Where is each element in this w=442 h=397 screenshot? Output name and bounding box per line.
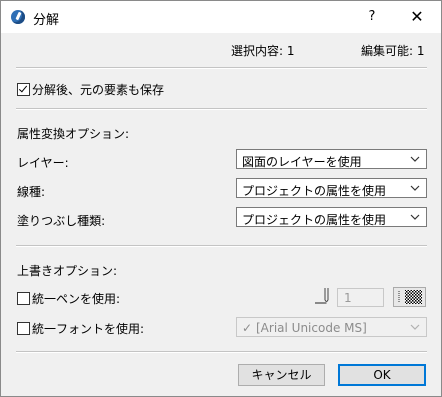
chevron-down-icon	[410, 156, 420, 162]
divider	[16, 351, 427, 353]
title-bar: 分解 ? ✕	[1, 1, 441, 33]
cancel-button[interactable]: キャンセル	[238, 364, 325, 386]
line-type-select[interactable]: プロジェクトの属性を使用	[236, 178, 427, 198]
close-button[interactable]: ✕	[403, 7, 431, 27]
ok-button[interactable]: OK	[338, 364, 426, 386]
fill-type-select[interactable]: プロジェクトの属性を使用	[236, 207, 427, 227]
layer-select-value: 図面のレイヤーを使用	[242, 155, 362, 169]
font-select-value: [Arial Unicode MS]	[256, 321, 367, 335]
uniform-pen-label[interactable]: 統一ペンを使用:	[32, 290, 120, 307]
line-type-label: 線種:	[17, 185, 46, 199]
chevron-down-icon	[410, 185, 420, 191]
pen-pattern-button[interactable]	[393, 287, 426, 307]
attribute-options-heading: 属性変換オプション:	[17, 127, 130, 141]
uniform-pen-checkbox[interactable]	[17, 292, 30, 305]
override-options-heading: 上書きオプション:	[17, 264, 118, 278]
keep-original-label[interactable]: 分解後、元の要素も保存	[32, 81, 164, 98]
line-type-select-value: プロジェクトの属性を使用	[242, 184, 387, 198]
fill-type-label: 塗りつぶし種類:	[17, 214, 106, 228]
layer-select[interactable]: 図面のレイヤーを使用	[236, 149, 427, 169]
editable-count: 編集可能: 1	[361, 44, 425, 58]
divider	[16, 108, 427, 110]
layer-label: レイヤー:	[17, 156, 69, 170]
pen-number-value: 1	[344, 291, 352, 305]
font-select[interactable]: ✓ [Arial Unicode MS]	[236, 317, 427, 337]
help-button[interactable]: ?	[358, 7, 386, 27]
chevron-down-icon	[410, 214, 420, 220]
keep-original-checkbox[interactable]	[17, 83, 30, 96]
pen-icon	[315, 288, 329, 304]
app-icon	[11, 10, 25, 24]
uniform-font-label[interactable]: 統一フォントを使用:	[32, 320, 144, 337]
selected-count: 選択内容: 1	[231, 44, 295, 58]
uniform-font-checkbox[interactable]	[17, 322, 30, 335]
check-icon: ✓	[242, 321, 253, 335]
dialog-title: 分解	[33, 13, 60, 28]
dialog-content: 選択内容: 1 編集可能: 1 分解後、元の要素も保存 属性変換オプション: レ…	[1, 33, 441, 396]
line-pattern-icon	[398, 290, 422, 304]
pen-number-field[interactable]: 1	[337, 288, 384, 307]
chevron-down-icon	[410, 324, 420, 330]
divider	[16, 67, 427, 69]
fill-type-select-value: プロジェクトの属性を使用	[242, 213, 387, 227]
divider	[16, 245, 427, 247]
explode-dialog: 分解 ? ✕ 選択内容: 1 編集可能: 1 分解後、元の要素も保存 属性変換オ…	[0, 0, 442, 397]
